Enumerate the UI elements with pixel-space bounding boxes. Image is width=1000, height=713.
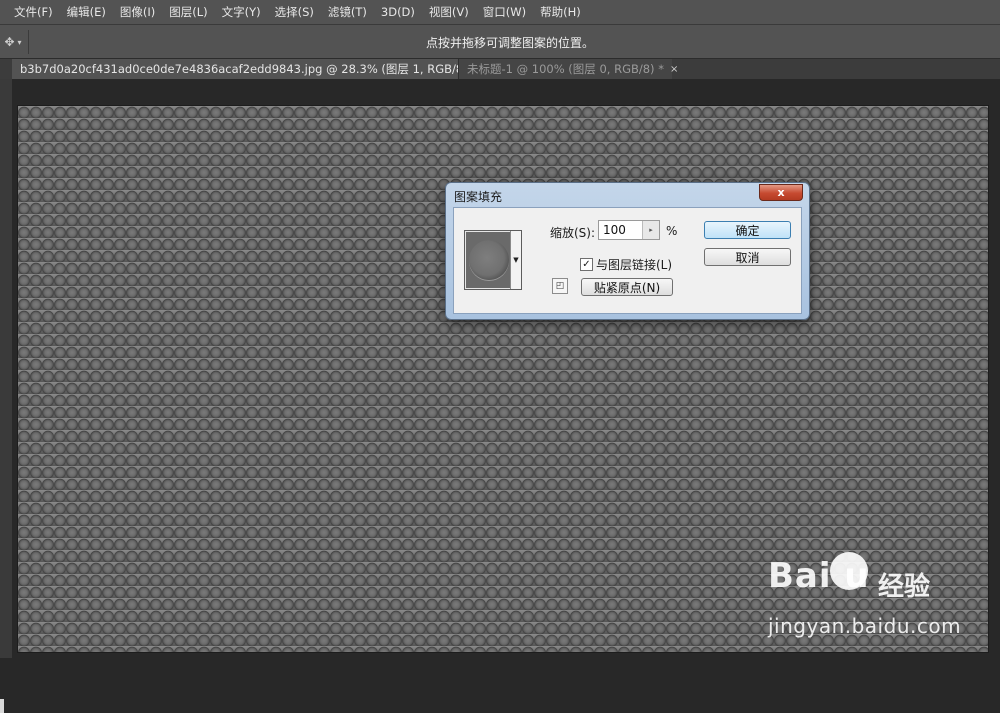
scale-input[interactable]: 100 ▸: [598, 220, 660, 240]
link-with-layer-option[interactable]: ✓ 与图层链接(L): [580, 256, 672, 273]
tab-document-1[interactable]: b3b7d0a20cf431ad0ce0de7e4836acaf2edd9843…: [12, 59, 501, 79]
menu-3d[interactable]: 3D(D): [374, 5, 422, 19]
cancel-button[interactable]: 取消: [704, 248, 791, 266]
tab-document-2-label: 未标题-1 @ 100% (图层 0, RGB/8) *: [467, 62, 664, 76]
scale-value[interactable]: 100: [599, 223, 642, 237]
panel-edge-marker: [0, 699, 4, 713]
menu-window[interactable]: 窗口(W): [476, 4, 533, 20]
chevron-down-icon[interactable]: ▼: [510, 231, 521, 289]
pattern-circle-icon: [469, 240, 509, 280]
scale-slider-toggle-icon[interactable]: ▸: [642, 221, 659, 239]
baidu-jingyan-watermark: Bai u 经验 jingyan.baidu.com: [768, 552, 993, 648]
new-preset-icon[interactable]: ◰: [552, 278, 568, 294]
percent-label: %: [666, 224, 678, 238]
menu-help[interactable]: 帮助(H): [533, 4, 588, 20]
scale-label: 缩放(S):: [550, 226, 596, 240]
options-hint-text: 点按并拖移可调整图案的位置。: [425, 36, 594, 50]
link-with-layer-checkbox[interactable]: ✓: [580, 258, 593, 271]
dialog-close-button[interactable]: x: [759, 184, 803, 201]
dialog-title: 图案填充: [454, 190, 503, 204]
watermark-url: jingyan.baidu.com: [768, 614, 962, 638]
ok-button[interactable]: 确定: [704, 221, 791, 239]
tab-document-1-label: b3b7d0a20cf431ad0ce0de7e4836acaf2edd9843…: [20, 62, 487, 76]
pattern-fill-dialog: 图案填充 x ▼ 缩放(S): 100 ▸ % ✓ 与图层链接(L) ◰ 贴紧原…: [445, 182, 810, 320]
menu-filter[interactable]: 滤镜(T): [321, 4, 374, 20]
menu-select[interactable]: 选择(S): [268, 4, 321, 20]
menu-file[interactable]: 文件(F): [0, 4, 60, 20]
pattern-picker[interactable]: ▼: [464, 230, 522, 290]
document-tab-bar: b3b7d0a20cf431ad0ce0de7e4836acaf2edd9843…: [0, 59, 1000, 79]
options-bar: ✥ ▾ 点按并拖移可调整图案的位置。: [0, 25, 1000, 59]
menu-edit[interactable]: 编辑(E): [60, 4, 113, 20]
menu-image[interactable]: 图像(I): [113, 4, 162, 20]
menu-view[interactable]: 视图(V): [422, 4, 476, 20]
pattern-preview: [466, 232, 512, 288]
close-icon[interactable]: ×: [664, 64, 678, 75]
watermark-brand-text: 经验: [878, 572, 931, 602]
tab-document-2[interactable]: 未标题-1 @ 100% (图层 0, RGB/8) * ×: [458, 59, 678, 79]
menu-bar: 文件(F) 编辑(E) 图像(I) 图层(L) 文字(Y) 选择(S) 滤镜(T…: [0, 0, 1000, 25]
left-panel-edge: [0, 79, 12, 713]
dialog-body: ▼ 缩放(S): 100 ▸ % ✓ 与图层链接(L) ◰ 贴紧原点(N) 确定…: [453, 207, 802, 314]
snap-to-origin-button[interactable]: 贴紧原点(N): [581, 278, 673, 296]
menu-type[interactable]: 文字(Y): [215, 4, 268, 20]
paw-icon: [830, 552, 868, 590]
menu-layer[interactable]: 图层(L): [162, 4, 214, 20]
link-with-layer-label: 与图层链接(L): [596, 258, 673, 272]
close-icon: x: [777, 186, 785, 199]
